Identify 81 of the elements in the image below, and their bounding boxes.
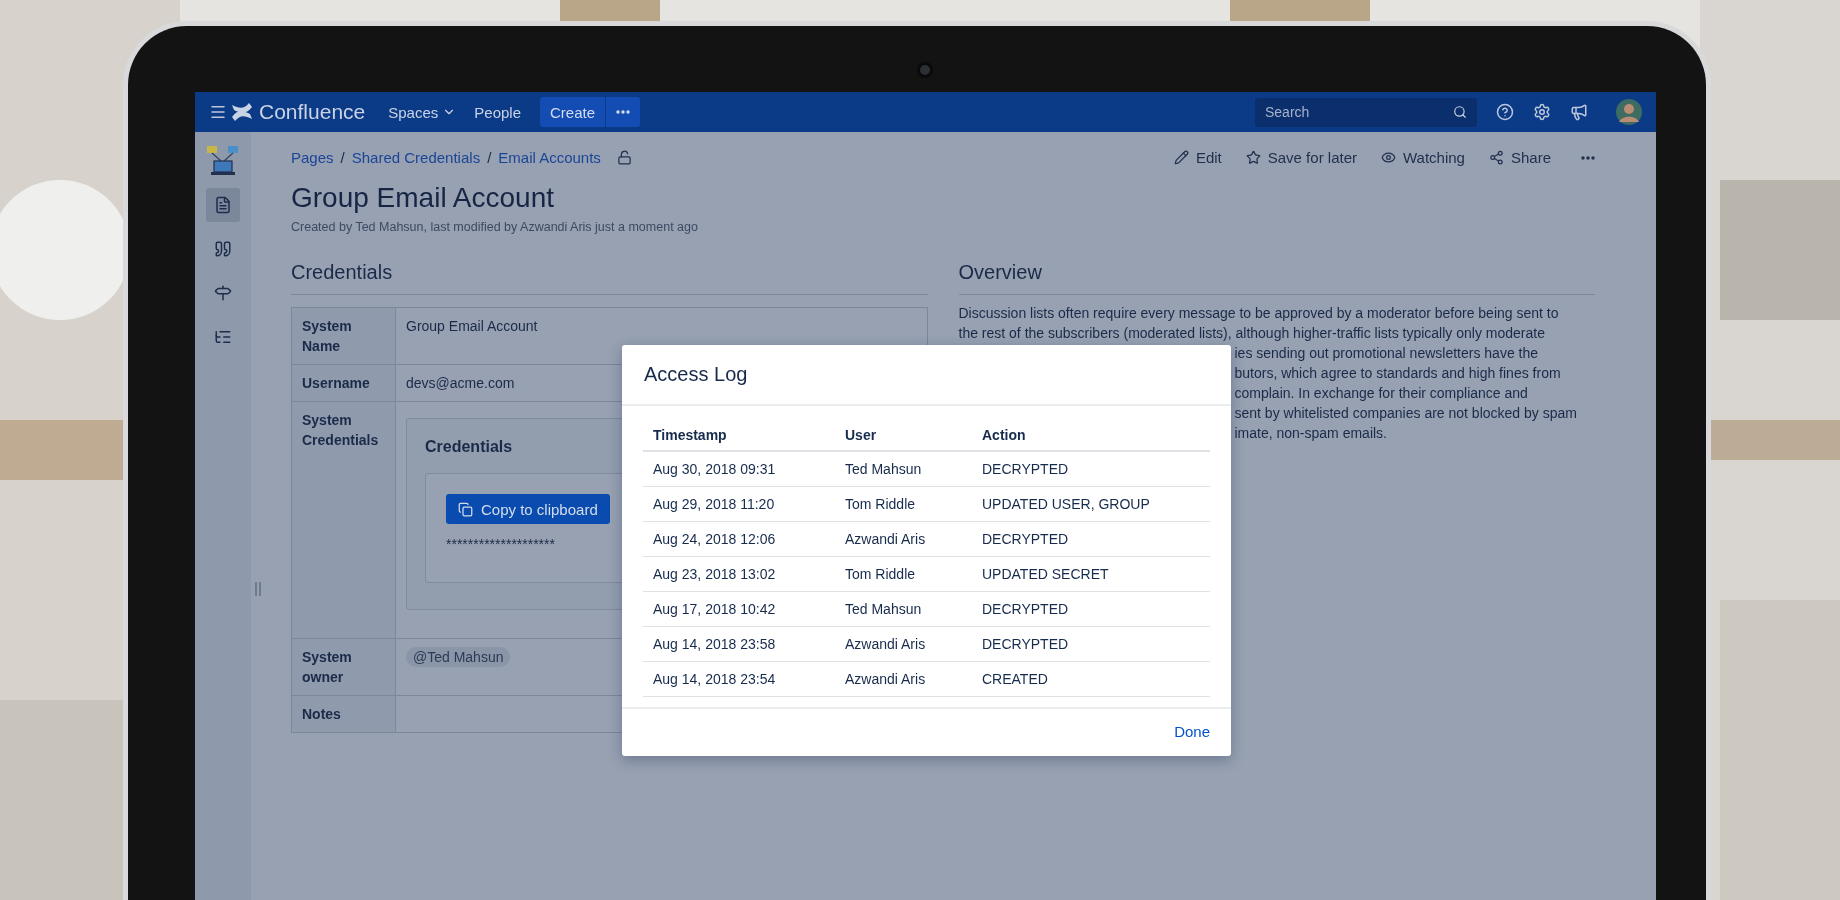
star-icon — [1245, 150, 1261, 165]
column-header: User — [835, 416, 972, 451]
column-header: Timestamp — [643, 416, 835, 451]
ellipsis-icon — [1581, 155, 1595, 160]
paragraph-line: the rest of the subscribers (moderated lists), although higher-traffic lists typically only moderate — [958, 324, 1546, 343]
paragraph-line: Discussion lists often require every message to be approved by a moderator before being sent to — [958, 304, 1560, 323]
table-cell: Tom Riddle — [835, 486, 972, 522]
confluence-logo-icon — [231, 102, 253, 122]
section-heading: Overview — [958, 261, 1595, 295]
page-byline: Created by Ted Mahsun, last modified by Azwandi Aris just a moment ago — [291, 220, 699, 234]
space-logo-drawing — [206, 144, 240, 178]
copy-icon — [458, 501, 473, 517]
nav-link[interactable]: People — [465, 97, 530, 127]
section-heading: Credentials — [291, 261, 928, 295]
paragraph-line: sent by whitelisted companies are not blocked by spam — [1234, 404, 1578, 423]
breadcrumb-link[interactable]: Pages — [291, 149, 334, 166]
row-label: Username — [291, 364, 396, 402]
table-cell: Tom Riddle — [835, 556, 972, 592]
save-for-later-button[interactable]: Save for later — [1245, 149, 1357, 166]
table-cell: DECRYPTED — [972, 451, 1210, 487]
nav-link[interactable]: Spaces — [379, 97, 466, 127]
table-cell: Aug 17, 2018 10:42 — [643, 591, 835, 627]
create-button[interactable]: Create — [540, 97, 606, 127]
masked-secret: ******************** — [446, 535, 555, 554]
megaphone-icon[interactable] — [1570, 103, 1588, 121]
table-cell: Aug 14, 2018 23:54 — [643, 661, 835, 697]
search-field[interactable]: Search — [1255, 97, 1477, 127]
paragraph-line: ies sending out promotional newsletters have the — [1234, 344, 1539, 363]
copy-button[interactable]: Copy to clipboard — [446, 494, 610, 524]
user-mention[interactable]: @Ted Mahsun — [406, 647, 511, 667]
breadcrumb-link[interactable]: Email Accounts — [498, 149, 601, 166]
settings-icon[interactable] — [1533, 103, 1551, 121]
table-cell: DECRYPTED — [972, 591, 1210, 627]
breadcrumb-separator: / — [340, 149, 345, 166]
row-label: System owner — [291, 638, 396, 696]
column-header: Action — [972, 416, 1210, 451]
table-cell: DECRYPTED — [972, 626, 1210, 662]
paragraph-line: complain. In exchange for their compliance and — [1234, 384, 1529, 403]
table-cell: Aug 30, 2018 09:31 — [643, 451, 835, 487]
share-icon — [1488, 150, 1504, 165]
row-label: System Credentials — [291, 401, 396, 639]
dialog-title: Access Log — [644, 363, 749, 386]
paragraph-line: imate, non-spam emails. — [1234, 424, 1388, 443]
camera-lens — [917, 62, 933, 78]
more-button[interactable] — [605, 97, 641, 127]
breadcrumb-separator: / — [487, 149, 492, 166]
table-cell: Aug 14, 2018 23:58 — [643, 626, 835, 662]
table-cell: Aug 23, 2018 13:02 — [643, 556, 835, 592]
pencil-icon — [1173, 150, 1189, 165]
share-button[interactable]: Share — [1488, 149, 1551, 166]
help-icon[interactable] — [1496, 103, 1514, 121]
table-cell: Azwandi Aris — [835, 626, 972, 662]
menu-icon[interactable] — [209, 103, 227, 121]
row-label: Notes — [291, 695, 396, 733]
eye-icon — [1381, 150, 1396, 165]
watching-button[interactable]: Watching — [1381, 149, 1465, 166]
ellipsis-icon — [616, 110, 631, 114]
edit-button[interactable]: Edit — [1173, 149, 1222, 166]
table-cell: Aug 24, 2018 12:06 — [643, 521, 835, 557]
table-cell: CREATED — [972, 661, 1210, 697]
paragraph-line: butors, which agree to standards and high fines from — [1234, 364, 1562, 383]
resize-handle[interactable] — [255, 582, 261, 596]
search-icon — [1453, 104, 1467, 119]
table-cell: UPDATED USER, GROUP — [972, 486, 1210, 522]
avatar[interactable] — [1616, 99, 1642, 125]
table-cell: DECRYPTED — [972, 521, 1210, 557]
panel-heading: Credentials — [425, 437, 513, 457]
table-cell: Azwandi Aris — [835, 521, 972, 557]
breadcrumb-link[interactable]: Shared Credentials — [351, 149, 481, 166]
more-actions-button[interactable] — [1581, 155, 1595, 160]
table-cell: Azwandi Aris — [835, 661, 972, 697]
row-label: System Name — [291, 307, 396, 365]
page-title: Group Email Account — [291, 182, 556, 214]
unlocked-icon[interactable] — [616, 150, 632, 165]
table-cell: Aug 29, 2018 11:20 — [643, 486, 835, 522]
brand-name: Confluence — [259, 100, 366, 124]
done-button[interactable]: Done — [1174, 721, 1210, 742]
table-cell: UPDATED SECRET — [972, 556, 1210, 592]
table-cell: Ted Mahsun — [835, 451, 972, 487]
page-icon[interactable] — [206, 188, 240, 222]
table-cell: Ted Mahsun — [835, 591, 972, 627]
